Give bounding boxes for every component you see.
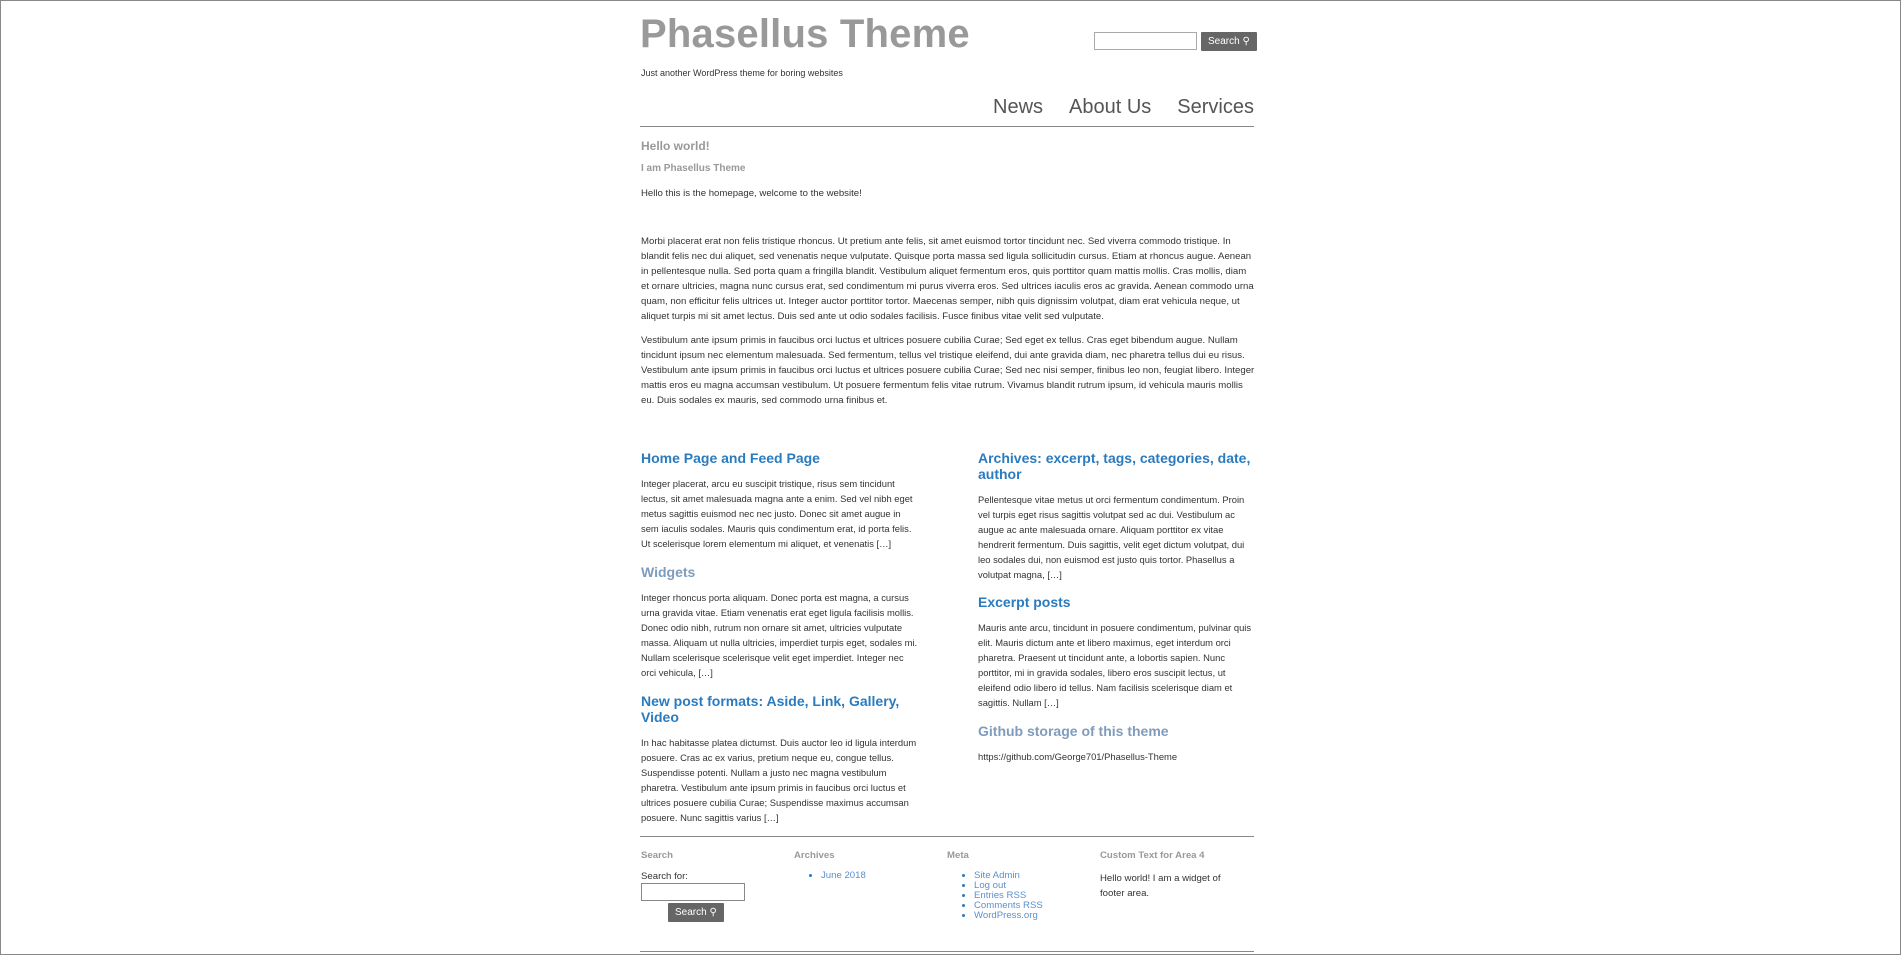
- post-card: Github storage of this theme https://git…: [978, 723, 1256, 764]
- post-card-excerpt: Integer placerat, arcu eu suscipit trist…: [641, 478, 913, 549]
- site-tagline: Just another WordPress theme for boring …: [641, 68, 843, 78]
- post-intro: Hello this is the homepage, welcome to t…: [641, 188, 862, 199]
- post-card-title[interactable]: Home Page and Feed Page: [641, 450, 919, 466]
- footer-custom-title: Custom Text for Area 4: [1100, 850, 1205, 861]
- list-item: June 2018: [821, 871, 866, 881]
- post-card-excerpt: Integer rhoncus porta aliquam. Donec por…: [641, 592, 918, 678]
- meta-list: Site Admin Log out Entries RSS Comments …: [960, 871, 1043, 921]
- post-title: Hello world!: [641, 139, 710, 153]
- post-subtitle: I am Phasellus Theme: [641, 163, 746, 174]
- footer-search-button[interactable]: Search ⚲: [668, 903, 724, 922]
- post-card-excerpt: Mauris ante arcu, tincidunt in posuere c…: [978, 622, 1252, 708]
- post-card: New post formats: Aside, Link, Gallery, …: [641, 693, 919, 825]
- archives-list: June 2018: [807, 871, 866, 881]
- post-card-excerpt: https://github.com/George701/Phasellus-T…: [978, 751, 1178, 762]
- header-search: Search ⚲: [1094, 32, 1257, 51]
- post-card: Excerpt posts Mauris ante arcu, tincidun…: [978, 594, 1256, 710]
- footer-archives-title: Archives: [794, 850, 835, 861]
- post-card-excerpt: Pellentesque vitae metus ut orci ferment…: [978, 494, 1245, 580]
- archive-link[interactable]: June 2018: [821, 870, 866, 881]
- nav-item-about-us[interactable]: About Us: [1069, 96, 1151, 119]
- list-item: WordPress.org: [974, 911, 1043, 921]
- header-divider: [640, 126, 1254, 127]
- post-card: Home Page and Feed Page Integer placerat…: [641, 450, 919, 551]
- post-card: Widgets Integer rhoncus porta aliquam. D…: [641, 564, 919, 680]
- post-paragraph-1: Morbi placerat erat non felis tristique …: [641, 236, 1254, 322]
- footer-custom-text: Hello world! I am a widget of footer are…: [1100, 873, 1221, 899]
- post-card-title[interactable]: New post formats: Aside, Link, Gallery, …: [641, 693, 919, 725]
- site-title[interactable]: Phasellus Theme: [640, 12, 970, 57]
- footer-search-input[interactable]: [641, 883, 745, 901]
- post-card-title[interactable]: Widgets: [641, 564, 919, 580]
- footer-divider: [640, 836, 1254, 837]
- post-card: Archives: excerpt, tags, categories, dat…: [978, 450, 1256, 582]
- nav-item-news[interactable]: News: [993, 96, 1043, 119]
- footer-search-title: Search: [641, 850, 673, 861]
- search-input[interactable]: [1094, 32, 1197, 50]
- footer-meta-title: Meta: [947, 850, 969, 861]
- post-card-title[interactable]: Excerpt posts: [978, 594, 1256, 610]
- bottom-divider: [640, 951, 1254, 952]
- nav-item-services[interactable]: Services: [1177, 96, 1254, 119]
- meta-link-wordpress-org[interactable]: WordPress.org: [974, 910, 1038, 921]
- main-nav: News About Us Services: [993, 96, 1254, 119]
- search-button[interactable]: Search ⚲: [1201, 32, 1257, 51]
- post-card-title[interactable]: Archives: excerpt, tags, categories, dat…: [978, 450, 1256, 482]
- post-card-excerpt: In hac habitasse platea dictumst. Duis a…: [641, 737, 917, 823]
- footer-search-label: Search for:: [641, 871, 688, 882]
- post-paragraph-2: Vestibulum ante ipsum primis in faucibus…: [641, 335, 1255, 406]
- post-card-title[interactable]: Github storage of this theme: [978, 723, 1256, 739]
